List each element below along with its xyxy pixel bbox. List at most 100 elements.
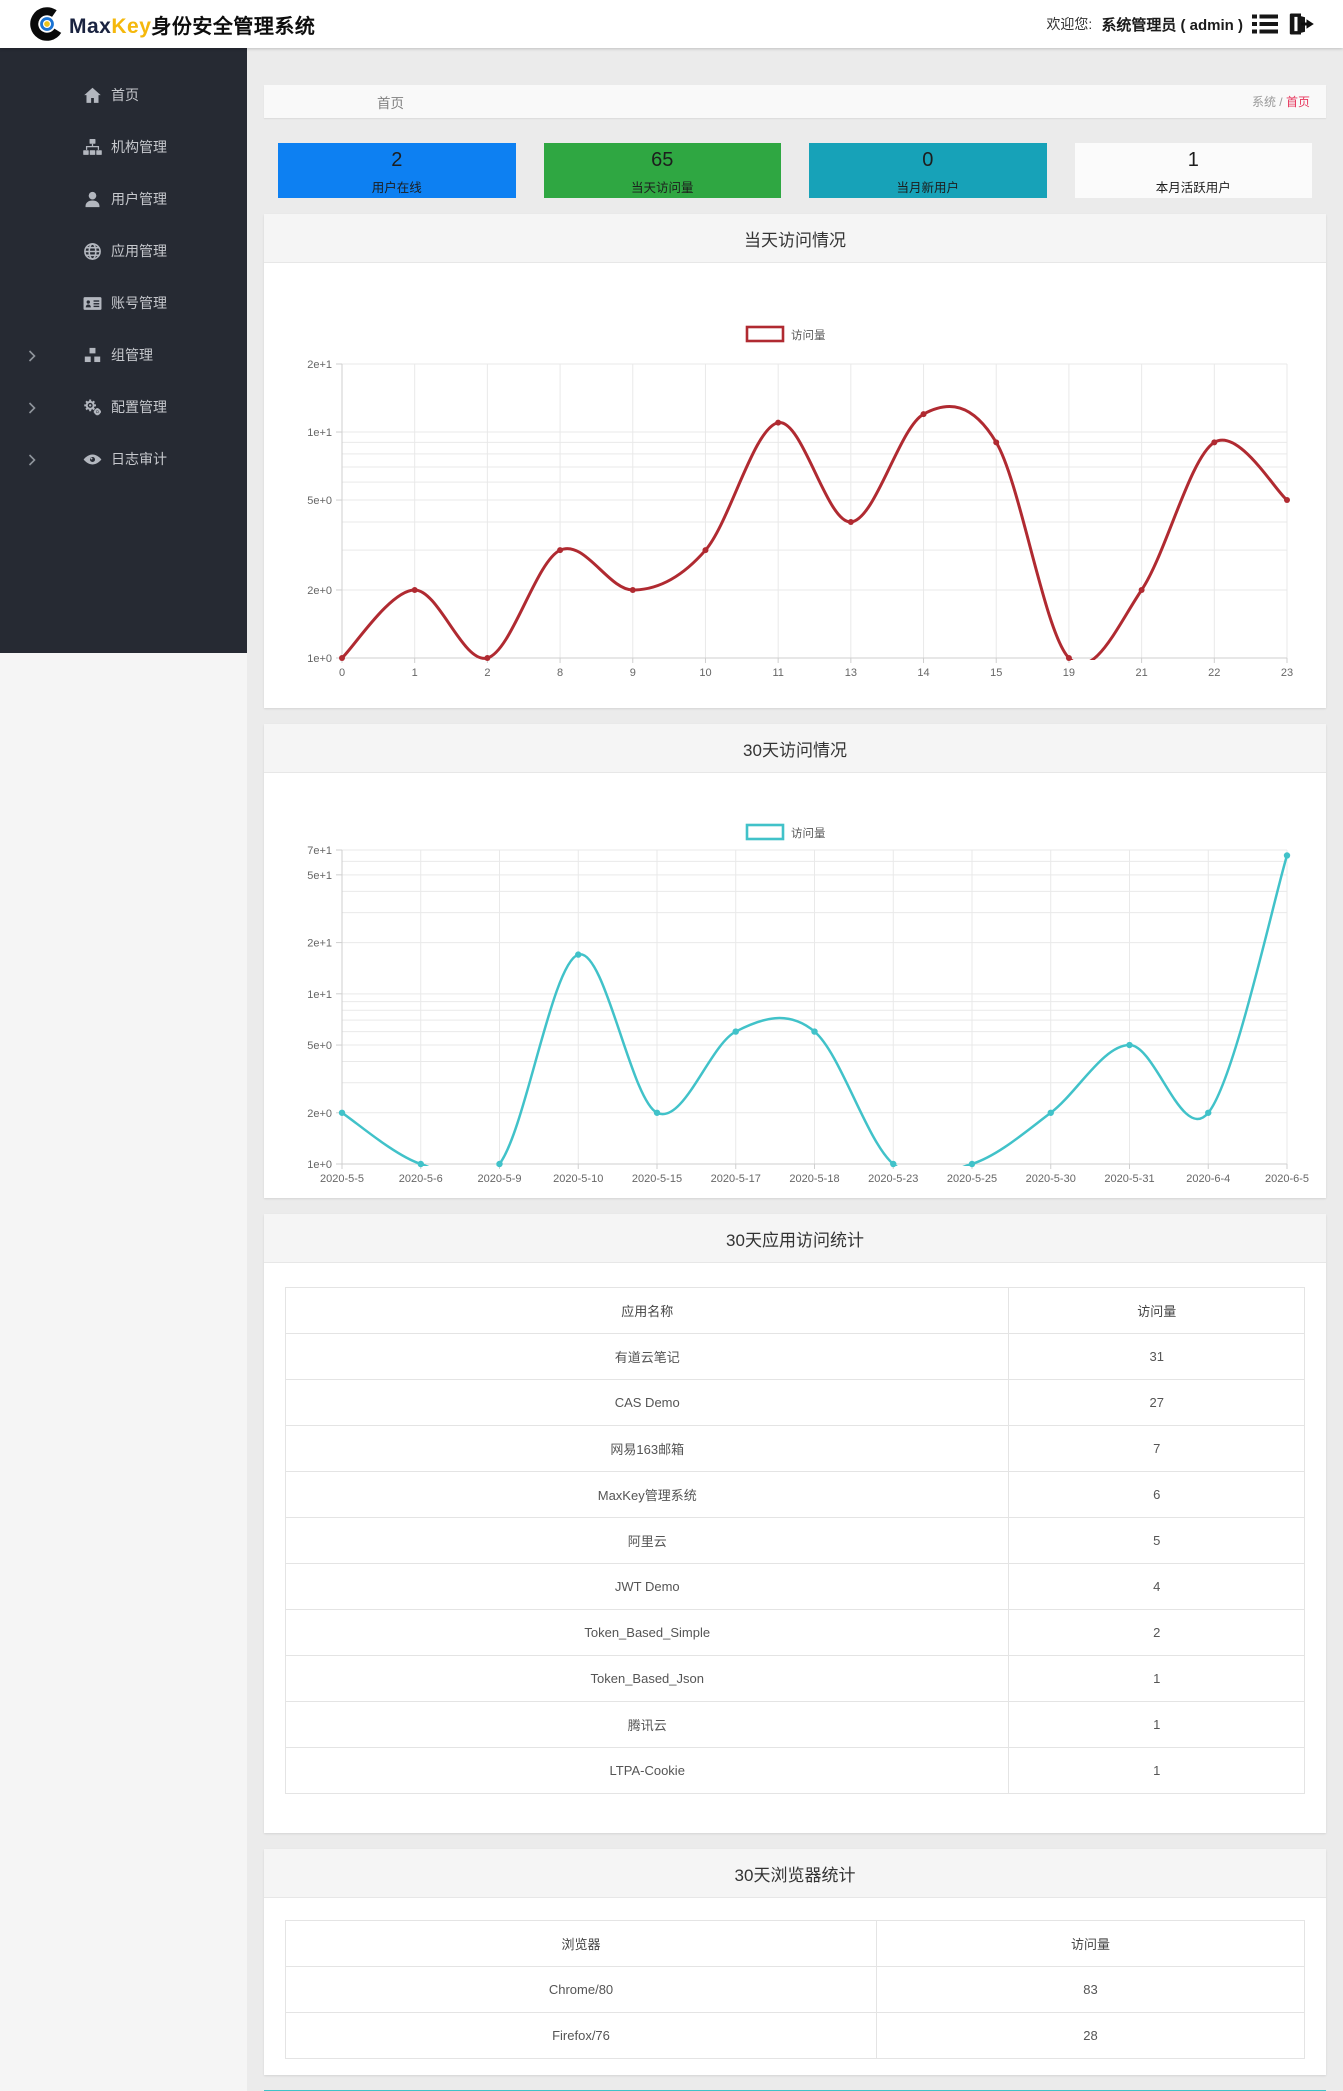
globe-icon [83, 242, 102, 261]
svg-text:2e+0: 2e+0 [307, 585, 332, 597]
table-row: CAS Demo 27 [284, 1379, 1305, 1426]
svg-text:2020-5-23: 2020-5-23 [868, 1173, 918, 1185]
logo-mark-icon [30, 7, 64, 41]
sidebar-item-group-mgmt[interactable]: 组管理 [0, 329, 247, 381]
table-cell: 1 [1008, 1747, 1305, 1794]
table-cell: 1 [1008, 1655, 1305, 1702]
table-cell: MaxKey管理系统 [284, 1471, 1010, 1518]
panel-30day-visits: 30天访问情况 1e+0 2e+0 5e+0 1e+1 2e+1 5e+1 7e+1 2020… [264, 724, 1326, 1198]
svg-text:1: 1 [412, 667, 418, 679]
svg-text:1e+0: 1e+0 [307, 653, 332, 665]
sidebar-item-label: 机构管理 [111, 139, 167, 155]
chevron-right-icon [28, 401, 36, 414]
table-cell: 6 [1008, 1471, 1305, 1518]
user-icon [83, 190, 102, 209]
sidebar-item-label: 应用管理 [111, 243, 167, 259]
svg-text:15: 15 [990, 667, 1002, 679]
table-header-cell: 应用名称 [284, 1287, 1010, 1334]
series-line [340, 405, 1289, 660]
svg-text:8: 8 [557, 667, 563, 679]
breadcrumb: 首页 系统 / 首页 [264, 85, 1326, 118]
sidebar-item-user-mgmt[interactable]: 用户管理 [0, 173, 247, 225]
table-row: 腾讯云 1 [284, 1701, 1305, 1748]
current-user: 系统管理员 ( admin ) [1101, 16, 1243, 34]
table-cell: 28 [876, 2012, 1305, 2059]
table-cell: Token_Based_Simple [284, 1609, 1010, 1656]
data-point [1283, 852, 1291, 859]
breadcrumb-section[interactable]: 系统 [1252, 95, 1276, 109]
data-point [653, 1109, 661, 1116]
table-cell: 1 [1008, 1701, 1305, 1748]
cubes-icon [83, 346, 102, 365]
chart-legend[interactable]: 访问量 [745, 325, 826, 343]
data-point [993, 439, 1000, 446]
sidebar: 首页 机构管理 用户管理 应用管理 账号管理 组管理 配置管理 日志审计 [0, 48, 247, 653]
svg-text:2e+0: 2e+0 [307, 1108, 332, 1120]
table-header-row: 浏览器 访问量 [284, 1920, 1305, 1967]
table-cell: 有道云笔记 [284, 1333, 1010, 1380]
data-point [496, 1160, 503, 1168]
sidebar-item-log-audit[interactable]: 日志审计 [0, 433, 247, 485]
chevron-right-icon [28, 349, 36, 362]
data-point [1047, 1109, 1054, 1116]
svg-text:9: 9 [630, 667, 636, 679]
browser-visits-table: 浏览器 访问量 Chrome/80 83 Firefox/76 28 [284, 1920, 1305, 2059]
data-point [775, 419, 782, 426]
menu-list-icon[interactable] [1252, 12, 1279, 36]
svg-text:5e+0: 5e+0 [307, 1040, 332, 1052]
breadcrumb-current[interactable]: 首页 [1286, 95, 1310, 109]
logout-icon[interactable] [1288, 12, 1315, 36]
panel-30day-app-stats: 30天应用访问统计 应用名称 访问量 有道云笔记 31 CAS Demo 27 网易163邮… [264, 1214, 1326, 1833]
id-card-icon [83, 294, 102, 313]
data-point [847, 518, 854, 525]
data-point [339, 655, 345, 661]
svg-text:2020-5-10: 2020-5-10 [553, 1173, 603, 1185]
svg-text:2020-6-5: 2020-6-5 [1265, 1173, 1309, 1185]
svg-text:23: 23 [1281, 667, 1293, 679]
data-point [1126, 1041, 1133, 1049]
data-point [417, 1160, 424, 1168]
data-point [338, 1109, 346, 1116]
header-user-area: 欢迎您: 系统管理员 ( admin ) [1046, 0, 1315, 48]
app-visits-table: 应用名称 访问量 有道云笔记 31 CAS Demo 27 网易163邮箱 7 MaxKey管理… [284, 1287, 1305, 1794]
table-row: Firefox/76 28 [284, 2012, 1305, 2059]
table-header-cell: 浏览器 [284, 1920, 878, 1967]
data-point [1065, 655, 1072, 661]
sidebar-item-org-mgmt[interactable]: 机构管理 [0, 121, 247, 173]
table-row: JWT Demo 4 [284, 1563, 1305, 1610]
table-cell: 4 [1008, 1563, 1305, 1610]
sidebar-item-app-mgmt[interactable]: 应用管理 [0, 225, 247, 277]
table-cell: 网易163邮箱 [284, 1425, 1010, 1472]
table-cell: 阿里云 [284, 1517, 1010, 1564]
chart-legend[interactable]: 访问量 [745, 823, 826, 841]
stat-label: 当天访问量 [630, 181, 694, 195]
svg-text:11: 11 [772, 667, 783, 679]
panel-today-visits: 当天访问情况 1e+0 2e+0 5e+0 1e+1 2e+1 0 1 2 8 9 10 11 13 14… [264, 214, 1326, 708]
svg-text:21: 21 [1135, 667, 1147, 679]
table-row: 有道云笔记 31 [284, 1333, 1305, 1380]
table-cell: 腾讯云 [284, 1701, 1010, 1748]
table-cell: JWT Demo [284, 1563, 1010, 1610]
table-header-cell: 访问量 [1008, 1287, 1305, 1334]
app-logo[interactable]: MaxKey身份安全管理系统 [30, 0, 315, 48]
data-point [968, 1160, 976, 1168]
table-header-cell: 访问量 [876, 1920, 1305, 1967]
svg-text:2020-5-15: 2020-5-15 [632, 1173, 682, 1185]
app-header: MaxKey身份安全管理系统 欢迎您: 系统管理员 ( admin ) [0, 0, 1343, 48]
panel-title: 30天访问情况 [264, 724, 1326, 773]
welcome-label: 欢迎您: [1046, 16, 1093, 32]
data-point [732, 1028, 739, 1035]
stat-value: 1 [1187, 149, 1199, 171]
svg-text:2020-5-25: 2020-5-25 [947, 1173, 997, 1185]
table-row: MaxKey管理系统 6 [284, 1471, 1305, 1518]
sidebar-item-config-mgmt[interactable]: 配置管理 [0, 381, 247, 433]
svg-text:2020-5-31: 2020-5-31 [1104, 1173, 1154, 1185]
table-row: Token_Based_Json 1 [284, 1655, 1305, 1702]
svg-text:7e+1: 7e+1 [307, 845, 332, 857]
svg-text:22: 22 [1208, 667, 1220, 679]
svg-text:10: 10 [699, 667, 711, 679]
stat-value: 2 [391, 149, 403, 171]
sidebar-item-home[interactable]: 首页 [0, 69, 247, 121]
breadcrumb-separator: / [1275, 95, 1286, 109]
sidebar-item-account-mgmt[interactable]: 账号管理 [0, 277, 247, 329]
